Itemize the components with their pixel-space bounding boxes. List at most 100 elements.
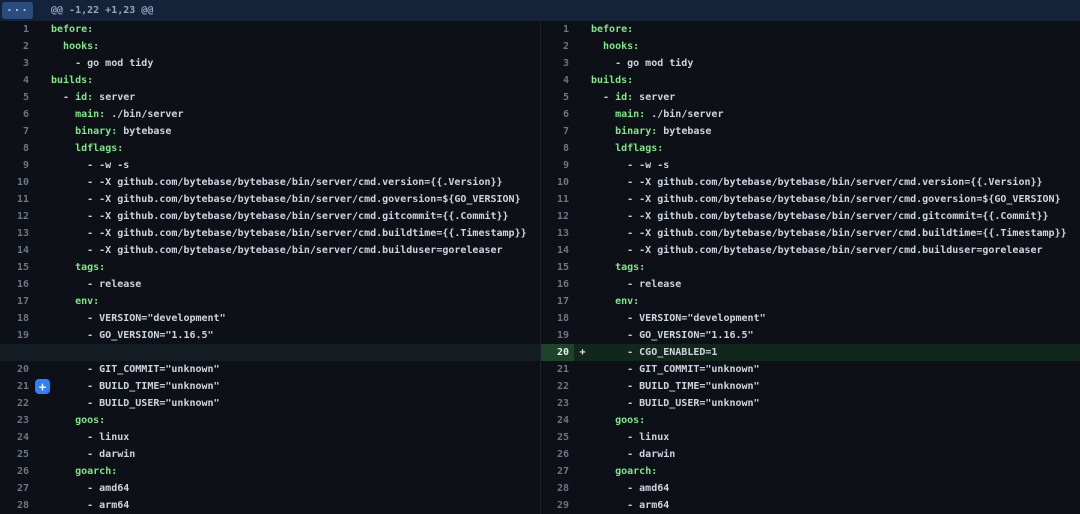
left-line-number[interactable]: 19 (0, 327, 34, 344)
left-line-number[interactable]: 12 (0, 208, 34, 225)
code-token: - -w -s (51, 160, 129, 171)
code-token: - BUILD_TIME="unknown" (51, 381, 220, 392)
right-line-number[interactable]: 12 (540, 208, 574, 225)
yaml-key-token: env: (75, 296, 99, 307)
right-code-line: - GIT_COMMIT="unknown" (591, 361, 1080, 378)
right-code-line: - -w -s (591, 157, 1080, 174)
right-code-line: - -X github.com/bytebase/bytebase/bin/se… (591, 208, 1080, 225)
right-line-number[interactable]: 3 (540, 55, 574, 72)
line-marker (34, 157, 51, 174)
yaml-key-token: before: (51, 24, 93, 35)
line-marker (34, 38, 51, 55)
left-code-line: - -w -s (51, 157, 540, 174)
code-token (51, 109, 75, 120)
code-token (591, 262, 615, 273)
right-line-number[interactable]: 15 (540, 259, 574, 276)
code-token: - (591, 92, 615, 103)
add-comment-button[interactable]: + (35, 379, 50, 394)
left-code-line: binary: bytebase (51, 123, 540, 140)
left-line-number[interactable]: 16 (0, 276, 34, 293)
left-line-number[interactable]: 14 (0, 242, 34, 259)
yaml-key-token: goarch: (75, 466, 117, 477)
left-line-number[interactable]: 23 (0, 412, 34, 429)
left-line-number[interactable]: 18 (0, 310, 34, 327)
code-token (51, 262, 75, 273)
right-line-number[interactable]: 18 (540, 310, 574, 327)
left-line-number[interactable]: 17 (0, 293, 34, 310)
right-line-number[interactable]: 25 (540, 429, 574, 446)
code-token: - -w -s (591, 160, 669, 171)
code-token: - -X github.com/bytebase/bytebase/bin/se… (51, 177, 503, 188)
code-token: - arm64 (51, 500, 129, 511)
right-line-number[interactable]: 20 (540, 344, 574, 361)
left-line-number[interactable]: 10 (0, 174, 34, 191)
right-line-number[interactable]: 4 (540, 72, 574, 89)
right-line-number[interactable]: 16 (540, 276, 574, 293)
right-line-number[interactable]: 29 (540, 497, 574, 514)
left-line-number[interactable]: 20 (0, 361, 34, 378)
code-token: - amd64 (51, 483, 129, 494)
right-line-number[interactable]: 24 (540, 412, 574, 429)
left-code-line: - darwin (51, 446, 540, 463)
left-line-number[interactable]: 28 (0, 497, 34, 514)
right-line-number[interactable]: 5 (540, 89, 574, 106)
left-line-number[interactable]: 2 (0, 38, 34, 55)
line-marker (574, 225, 591, 242)
right-line-number[interactable]: 17 (540, 293, 574, 310)
right-line-number[interactable]: 9 (540, 157, 574, 174)
hunk-range-label: @@ -1,22 +1,23 @@ (51, 5, 153, 16)
right-line-number[interactable]: 28 (540, 480, 574, 497)
right-line-number[interactable]: 23 (540, 395, 574, 412)
line-marker (574, 429, 591, 446)
line-marker (574, 276, 591, 293)
line-marker (34, 497, 51, 514)
line-marker (574, 191, 591, 208)
line-marker (34, 327, 51, 344)
left-code-line: main: ./bin/server (51, 106, 540, 123)
left-line-number[interactable]: 7 (0, 123, 34, 140)
line-marker (34, 259, 51, 276)
left-line-number[interactable]: 21 (0, 378, 34, 395)
right-line-number[interactable]: 10 (540, 174, 574, 191)
right-line-number[interactable]: 6 (540, 106, 574, 123)
left-line-number[interactable]: 27 (0, 480, 34, 497)
line-marker (574, 38, 591, 55)
right-line-number[interactable]: 27 (540, 463, 574, 480)
left-line-number[interactable]: 26 (0, 463, 34, 480)
right-line-number[interactable]: 26 (540, 446, 574, 463)
left-line-number[interactable]: 15 (0, 259, 34, 276)
left-line-number[interactable]: 8 (0, 140, 34, 157)
left-line-number[interactable]: 4 (0, 72, 34, 89)
expand-hunk-button[interactable]: ··· (2, 2, 33, 19)
right-line-number[interactable]: 22 (540, 378, 574, 395)
right-line-number[interactable]: 2 (540, 38, 574, 55)
left-line-number[interactable]: 5 (0, 89, 34, 106)
left-line-number[interactable]: 9 (0, 157, 34, 174)
left-line-number[interactable]: 24 (0, 429, 34, 446)
left-line-number[interactable]: 13 (0, 225, 34, 242)
yaml-key-token: tags: (75, 262, 105, 273)
left-line-number[interactable]: 6 (0, 106, 34, 123)
code-token: - BUILD_TIME="unknown" (591, 381, 760, 392)
right-line-number[interactable]: 13 (540, 225, 574, 242)
yaml-key-token: binary: (75, 126, 117, 137)
right-line-number[interactable]: 1 (540, 21, 574, 38)
left-line-number[interactable]: 1 (0, 21, 34, 38)
right-line-number[interactable]: 21 (540, 361, 574, 378)
hunk-header: ··· @@ -1,22 +1,23 @@ (0, 0, 1080, 21)
line-marker (34, 395, 51, 412)
right-line-number[interactable]: 7 (540, 123, 574, 140)
right-code-line: - darwin (591, 446, 1080, 463)
left-line-number[interactable]: 11 (0, 191, 34, 208)
right-line-number[interactable]: 11 (540, 191, 574, 208)
right-line-number[interactable]: 14 (540, 242, 574, 259)
left-line-number[interactable]: 3 (0, 55, 34, 72)
left-code-line: - go mod tidy (51, 55, 540, 72)
code-token: - -X github.com/bytebase/bytebase/bin/se… (51, 245, 503, 256)
line-marker (574, 208, 591, 225)
left-line-number[interactable]: 22 (0, 395, 34, 412)
right-line-number[interactable]: 8 (540, 140, 574, 157)
right-line-number[interactable]: 19 (540, 327, 574, 344)
right-code-line: tags: (591, 259, 1080, 276)
left-line-number[interactable]: 25 (0, 446, 34, 463)
